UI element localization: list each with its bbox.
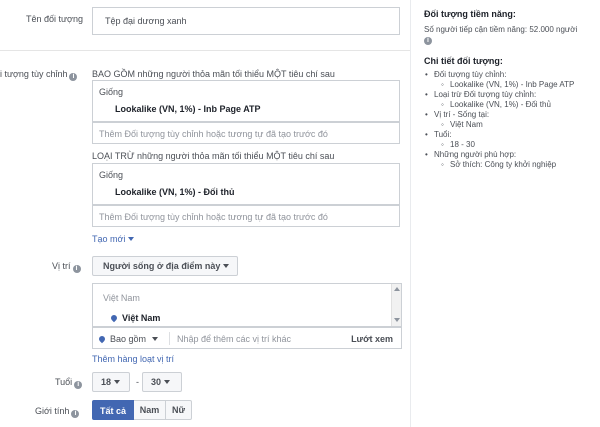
age-label: Tuổi i (55, 377, 83, 389)
gender-label-text: Giới tính (35, 406, 70, 416)
age-min-dropdown[interactable]: 18 (92, 372, 130, 392)
create-new-link[interactable]: Tạo mới (92, 234, 135, 244)
location-mode-label: Người sống ở địa điểm này (103, 261, 221, 271)
detail-subitem: Việt Nam (424, 120, 574, 130)
exclude-group-label: Giống (99, 170, 124, 180)
location-mode-dropdown[interactable]: Người sống ở địa điểm này (92, 256, 238, 276)
gender-option-male[interactable]: Nam (134, 400, 166, 420)
detail-item: Những người phù hợp: (424, 150, 574, 160)
age-separator: - (136, 377, 139, 387)
gender-option-female[interactable]: Nữ (166, 400, 192, 420)
chevron-down-icon (152, 337, 159, 341)
exclude-selected-audience[interactable]: Lookalike (VN, 1%) - Đối thủ (115, 187, 235, 197)
location-search-input[interactable]: Nhập để thêm các vị trí khác (177, 334, 291, 344)
location-label-text: Vị trí (52, 261, 71, 271)
bulk-add-locations-link[interactable]: Thêm hàng loạt vị trí (92, 354, 174, 364)
detail-subitem: Sở thích: Công ty khởi nghiệp (424, 160, 574, 170)
audience-details-title: Chi tiết đối tượng: (424, 56, 503, 66)
include-group-label: Giống (99, 87, 124, 97)
gender-option-all[interactable]: Tất cả (92, 400, 134, 420)
chevron-down-icon (128, 237, 135, 241)
potential-reach-text: Số người tiếp cận tiềm năng: 52.000 ngườ… (424, 25, 578, 34)
location-pin-icon (97, 334, 107, 344)
audience-details-list: Đối tượng tùy chỉnh: Lookalike (VN, 1%) … (424, 70, 574, 170)
location-list: Việt Nam Việt Nam (92, 283, 402, 327)
exclude-selection-box: Giống Lookalike (VN, 1%) - Đối thủ (92, 163, 400, 205)
info-icon[interactable]: i (72, 265, 81, 273)
include-header: BAO GỒM những người thỏa mãn tối thiểu M… (92, 69, 335, 79)
detail-item: Tuổi: (424, 130, 574, 140)
detail-item: Loại trừ Đối tượng tùy chỉnh: (424, 90, 574, 100)
age-max-value: 30 (151, 377, 162, 387)
detail-subitem: Lookalike (VN, 1%) - Đối thủ (424, 100, 574, 110)
chevron-down-icon (164, 380, 171, 384)
scroll-down-icon[interactable] (394, 318, 400, 322)
exclude-header: LOẠI TRỪ những người thỏa mãn tối thiểu … (92, 151, 335, 161)
include-audience-placeholder: Thêm Đối tượng tùy chỉnh hoặc tương tự đ… (99, 129, 328, 139)
selected-location[interactable]: Việt Nam (109, 313, 161, 323)
chevron-down-icon (114, 380, 121, 384)
gender-label: Giới tính i (35, 406, 80, 418)
location-search-row: Bao gồm Nhập để thêm các vị trí khác Lướ… (92, 327, 402, 349)
detail-item: Vị trí - Sống tại: (424, 110, 574, 120)
location-label: Vị trí i (52, 261, 81, 273)
chevron-down-icon (223, 264, 230, 268)
info-icon[interactable]: i (71, 410, 80, 418)
location-include-dropdown[interactable]: Bao gồm (97, 334, 159, 344)
country-header: Việt Nam (103, 293, 140, 303)
include-selected-audience[interactable]: Lookalike (VN, 1%) - Inb Page ATP (115, 104, 261, 114)
info-icon[interactable]: i (74, 381, 83, 389)
custom-audience-label-text: i tượng tùy chỉnh (0, 69, 68, 79)
scroll-up-icon[interactable] (394, 287, 400, 291)
column-divider (410, 0, 411, 427)
info-icon[interactable]: i (69, 73, 78, 81)
audience-name-label: Tên đối tượng (26, 14, 83, 24)
potential-audience-title: Đối tượng tiềm năng: (424, 9, 516, 19)
location-pin-icon (109, 313, 119, 323)
section-divider (0, 50, 410, 51)
exclude-audience-placeholder: Thêm Đối tượng tùy chỉnh hoặc tương tự đ… (99, 212, 328, 222)
age-label-text: Tuổi (55, 377, 73, 387)
location-include-label: Bao gồm (110, 334, 147, 344)
audience-name-value: Tệp đại dương xanh (105, 16, 187, 26)
custom-audience-label: i tượng tùy chỉnh i (0, 69, 78, 81)
age-min-value: 18 (101, 377, 112, 387)
detail-subitem: 18 - 30 (424, 140, 574, 150)
search-divider (169, 332, 170, 345)
detail-item: Đối tượng tùy chỉnh: (424, 70, 574, 80)
audience-name-input[interactable]: Tệp đại dương xanh (92, 7, 400, 35)
selected-location-text: Việt Nam (122, 313, 161, 323)
age-max-dropdown[interactable]: 30 (142, 372, 182, 392)
gender-toggle-group: Tất cả Nam Nữ (92, 400, 192, 420)
include-audience-input[interactable]: Thêm Đối tượng tùy chỉnh hoặc tương tự đ… (92, 122, 400, 144)
detail-subitem: Lookalike (VN, 1%) - Inb Page ATP (424, 80, 574, 90)
info-icon[interactable]: i (424, 37, 432, 45)
exclude-audience-input[interactable]: Thêm Đối tượng tùy chỉnh hoặc tương tự đ… (92, 205, 400, 227)
create-new-label: Tạo mới (92, 234, 126, 244)
include-selection-box: Giống Lookalike (VN, 1%) - Inb Page ATP (92, 80, 400, 122)
location-list-scrollbar[interactable] (391, 284, 401, 326)
browse-button[interactable]: Lướt xem (351, 334, 393, 344)
